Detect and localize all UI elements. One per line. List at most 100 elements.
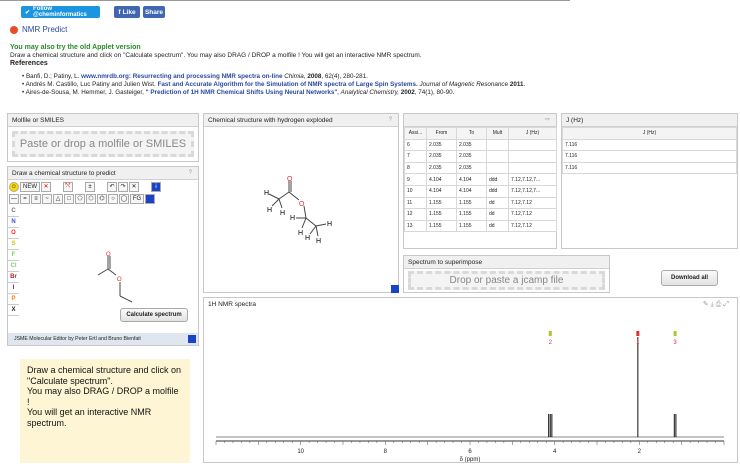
oxygen-atom-label: O (106, 252, 111, 258)
smiley-icon[interactable]: ☺ (9, 181, 19, 192)
peak-label: 3 (673, 340, 677, 346)
table-row[interactable]: 7.116 (562, 161, 737, 175)
ring-5-icon[interactable]: ⬠ (75, 193, 85, 204)
atom-f-button[interactable]: F (8, 250, 19, 261)
redo-icon[interactable]: ↷ (118, 181, 128, 192)
benzene-icon[interactable]: ⌬ (97, 193, 107, 204)
undo-icon[interactable]: ↶ (107, 181, 117, 192)
chain-icon[interactable]: ~ (42, 193, 52, 204)
expand-icon[interactable] (391, 285, 399, 293)
table-cell (508, 150, 557, 163)
jsme-editor[interactable]: ☺ NEW ✕ ⤲ ± ↶ ↷ ✕ i — = ≡ ~ △ □ ⬠ ⬡ ⌬ ○ … (8, 180, 198, 332)
column-header[interactable]: Mult (486, 127, 509, 140)
atom-c-button[interactable]: C (8, 206, 19, 217)
atom-n-button[interactable]: N (8, 217, 19, 228)
table-row[interactable]: 10 4.104 4.104 ddd 7.12,7.12,7... (404, 184, 557, 198)
fullscreen-icon[interactable]: ⤢ (723, 301, 731, 308)
download-all-button[interactable]: Download all (661, 270, 718, 286)
table-cell: 2.035 (426, 161, 457, 175)
column-header[interactable]: To (456, 127, 487, 140)
reference-link[interactable]: Fast and Accurate Algorithm for the Simu… (158, 81, 418, 88)
ring-8-icon[interactable]: ◯ (119, 193, 129, 204)
template-icon[interactable] (145, 193, 155, 204)
draw-panel-title: Draw a chemical structure to predict (12, 170, 116, 177)
atom-i-button[interactable]: I (8, 283, 19, 294)
x-tick-label: 2 (638, 449, 642, 455)
atom-br-button[interactable]: Br (8, 272, 19, 283)
column-header[interactable]: J (Hz) (508, 127, 557, 140)
oxygen-atom-label: O (117, 277, 122, 283)
x-tick-label: 4 (553, 449, 557, 455)
single-bond-icon[interactable]: — (9, 193, 19, 204)
table-cell: dd (486, 219, 509, 233)
fg-label: FG (132, 195, 142, 202)
spectrum-chart[interactable]: 10 8 6 4 2 δ (ppm) 2 1 3 (204, 311, 737, 462)
info-icon[interactable]: i (151, 181, 161, 192)
ring-3-icon[interactable]: △ (53, 193, 63, 204)
ring-7-icon[interactable]: ○ (108, 193, 118, 204)
atom-cl-button[interactable]: Cl (8, 261, 19, 272)
table-cell: 7.12,7.12 (508, 219, 557, 233)
double-bond-icon[interactable]: = (20, 193, 30, 204)
table-row[interactable]: 12 1.155 1.155 dd 7.12,7.12 (404, 208, 557, 221)
twitter-follow-button[interactable]: ✔ Follow @cheminformatics (21, 6, 100, 18)
close-icon[interactable]: ✕ (129, 181, 139, 192)
triple-bond-icon[interactable]: ≡ (31, 193, 41, 204)
table-cell: 1.155 (426, 219, 457, 233)
applet-link[interactable]: You may also try the old Applet version (10, 44, 141, 51)
top-divider (0, 0, 570, 1)
hydrogen-atom-label: H (290, 215, 295, 222)
table-row[interactable]: 6 2.035 2.035 (404, 138, 557, 152)
table-row[interactable]: 7.116 (562, 150, 737, 163)
calculate-spectrum-button[interactable]: Calculate spectrum (120, 308, 188, 322)
intro-instructions: Draw a chemical structure and click on "… (10, 52, 422, 59)
atom-rail: C N O S F Cl Br I P X (8, 206, 19, 316)
jcamp-drop-zone[interactable]: Drop or paste a jcamp file (408, 271, 605, 290)
atom-x-button[interactable]: X (8, 305, 19, 316)
export-icon[interactable]: ⇨ (545, 114, 550, 127)
new-label: NEW (23, 183, 37, 190)
table-row[interactable]: 13 1.155 1.155 dd 7.12,7.12 (404, 219, 557, 233)
table-row[interactable]: 7 2.035 2.035 (404, 150, 557, 163)
table-row[interactable]: 11 1.155 1.155 dd 7.12,7.12 (404, 196, 557, 210)
molfile-panel: Molfile or SMILES Paste or drop a molfil… (7, 113, 199, 162)
atom-o-button[interactable]: O (8, 228, 19, 239)
table-cell: dd (486, 208, 509, 221)
column-header[interactable]: From (426, 127, 457, 140)
table-row[interactable]: 9 4.104 4.104 ddd 7.12,7.12,7... (404, 173, 557, 186)
facebook-share-button[interactable]: Share (143, 6, 165, 18)
hydrogen-atom-label: H (267, 207, 272, 214)
ring-4-icon[interactable]: □ (64, 193, 74, 204)
charge-icon[interactable]: ± (85, 181, 95, 192)
atom-s-button[interactable]: S (8, 239, 19, 250)
facebook-f-icon: f (118, 8, 121, 16)
exploded-molecule: O O H H H H H H H H (264, 176, 332, 245)
molfile-drop-zone[interactable]: Paste or drop a molfile or SMILES (12, 131, 194, 157)
help-icon[interactable]: ? (189, 167, 192, 180)
facebook-like-button[interactable]: f Like (114, 6, 140, 18)
pen-icon[interactable]: ✎ (703, 301, 711, 308)
table-row[interactable]: 8 2.035 2.035 (404, 161, 557, 175)
hydrogen-atom-label: H (280, 210, 285, 217)
table-cell: 11 (404, 196, 427, 210)
calculate-spectrum-label: Calculate spectrum (126, 312, 182, 318)
column-header[interactable]: Assi... (404, 127, 427, 140)
help-icon[interactable]: ? (389, 114, 392, 127)
page-title: NMR Predict (22, 25, 68, 34)
reference-link[interactable]: www.nmrdb.org: Resurrecting and processi… (81, 73, 282, 80)
toolbar-row-2: — = ≡ ~ △ □ ⬠ ⬡ ⌬ ○ ◯ FG (9, 193, 155, 204)
delete-icon[interactable]: ✕ (41, 181, 51, 192)
delete-group-icon[interactable]: ⤲ (63, 181, 73, 192)
fg-button[interactable]: FG (130, 193, 144, 204)
jsme-expand-icon[interactable] (188, 335, 196, 343)
peak-integration-marker (673, 331, 677, 336)
new-button[interactable]: NEW (20, 181, 40, 192)
drawn-molecule[interactable]: O O (78, 250, 148, 310)
reference-link[interactable]: " Prediction of 1H NMR Chemical Shifts U… (146, 89, 338, 96)
table-row[interactable]: 7.116 (562, 138, 737, 152)
ring-6-icon[interactable]: ⬡ (86, 193, 96, 204)
table-cell: 2.035 (456, 150, 487, 163)
atom-p-button[interactable]: P (8, 294, 19, 305)
column-header[interactable]: J (Hz) (562, 127, 737, 140)
table-cell: 4.104 (456, 173, 487, 186)
